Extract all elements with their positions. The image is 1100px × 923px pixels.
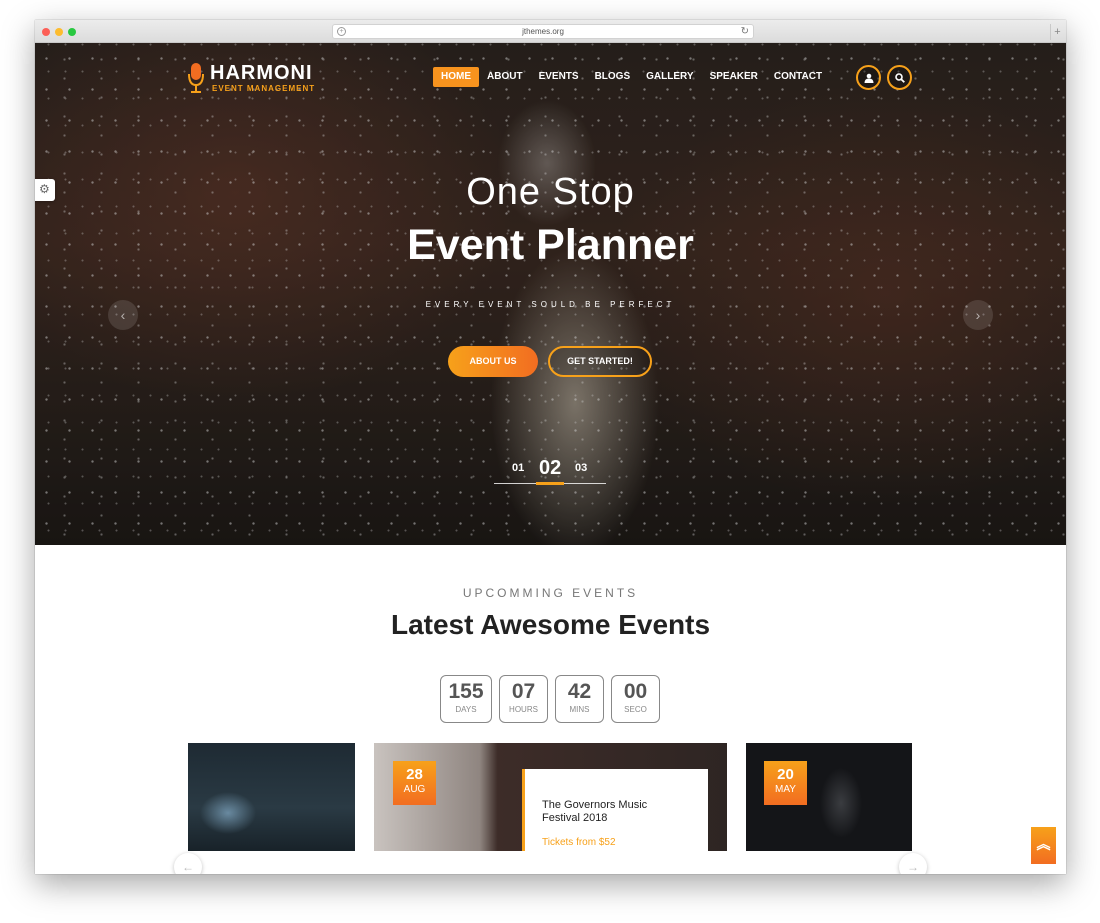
slide-pagination: 01 02 03 <box>494 457 606 485</box>
hero-tagline: EVERY EVENT SOULD BE PERFECT <box>425 300 676 309</box>
address-bar[interactable]: + jthemes.org ↻ <box>332 24 754 39</box>
slide-indicator-3[interactable]: 03 <box>575 462 587 474</box>
events-next-arrow[interactable]: → <box>899 853 927 874</box>
countdown-hours-label: HOURS <box>509 705 538 714</box>
about-us-button[interactable]: ABOUT US <box>448 346 538 377</box>
countdown-hours-value: 07 <box>511 680 536 703</box>
countdown-secs-label: SECO <box>624 705 647 714</box>
slide-indicator-1[interactable]: 01 <box>512 462 524 474</box>
hero-title-line1: One Stop <box>466 171 635 213</box>
event-date-badge: 28 AUG <box>393 761 436 805</box>
countdown-days-label: DAYS <box>455 705 477 714</box>
hero-slider: HARMONI EVENT MANAGEMENT HOME ABOUT EVEN… <box>35 43 1066 545</box>
countdown-days-value: 155 <box>448 680 484 703</box>
nav-speaker[interactable]: SPEAKER <box>702 67 766 87</box>
user-button[interactable] <box>856 65 881 90</box>
countdown-mins-value: 42 <box>567 680 592 703</box>
slide-indicator-2[interactable]: 02 <box>539 457 561 480</box>
event-card-microphone[interactable]: 20 MAY <box>746 743 912 851</box>
countdown-hours: 07 HOURS <box>499 675 548 723</box>
site-logo[interactable]: HARMONI EVENT MANAGEMENT <box>188 60 328 96</box>
countdown-secs-value: 00 <box>623 680 648 703</box>
events-subtitle: UPCOMMING EVENTS <box>462 586 639 600</box>
brand-subtitle: EVENT MANAGEMENT <box>212 84 316 93</box>
search-icon <box>895 73 905 83</box>
reload-icon[interactable]: ↻ <box>741 25 749 38</box>
event-date-month: MAY <box>775 784 796 795</box>
nav-gallery[interactable]: GALLERY <box>638 67 701 87</box>
nav-home[interactable]: HOME <box>433 67 479 87</box>
event-date-day: 28 <box>406 766 423 783</box>
events-title: Latest Awesome Events <box>35 609 1066 641</box>
event-card-concert[interactable] <box>188 743 355 851</box>
minimize-window-button[interactable] <box>55 28 63 36</box>
new-tab-button[interactable]: + <box>1050 24 1064 40</box>
events-title-light: Latest <box>390 609 474 640</box>
event-countdown: 155 DAYS 07 HOURS 42 MINS 00 SECO <box>440 675 660 723</box>
double-chevron-up-icon: ︽ <box>1036 836 1051 852</box>
brand-name: HARMONI <box>210 62 313 84</box>
microphone-icon <box>188 63 204 93</box>
nav-about[interactable]: ABOUT <box>479 67 531 87</box>
event-title[interactable]: The Governors Music Festival 2018 <box>542 799 682 825</box>
nav-blogs[interactable]: BLOGS <box>587 67 639 87</box>
slide-progress-active <box>536 482 564 485</box>
event-date-month: AUG <box>403 784 426 795</box>
nav-contact[interactable]: CONTACT <box>766 67 830 87</box>
countdown-days: 155 DAYS <box>440 675 492 723</box>
get-started-button[interactable]: GET STARTED! <box>548 346 652 377</box>
countdown-secs: 00 SECO <box>611 675 660 723</box>
search-button[interactable] <box>887 65 912 90</box>
event-date-day: 20 <box>777 766 794 783</box>
event-price: Tickets from $52 <box>542 837 616 848</box>
site-info-icon[interactable]: + <box>337 27 346 36</box>
url-text: jthemes.org <box>522 27 564 36</box>
browser-window: + jthemes.org ↻ + HARMONI EVENT MANAGEME… <box>35 20 1066 874</box>
close-window-button[interactable] <box>42 28 50 36</box>
hero-title-line2: Event Planner <box>407 221 694 269</box>
countdown-mins-label: MINS <box>569 705 590 714</box>
main-nav: HOME ABOUT EVENTS BLOGS GALLERY SPEAKER … <box>433 67 830 87</box>
user-icon <box>864 73 874 83</box>
nav-events[interactable]: EVENTS <box>531 67 587 87</box>
scroll-to-top-button[interactable]: ︽ <box>1031 827 1056 864</box>
maximize-window-button[interactable] <box>68 28 76 36</box>
browser-toolbar: + jthemes.org ↻ + <box>35 20 1066 43</box>
events-title-bold: Awesome Events <box>480 609 711 640</box>
event-card-governors[interactable]: 28 AUG The Governors Music Festival 2018… <box>374 743 727 851</box>
events-prev-arrow[interactable]: ← <box>174 853 202 874</box>
countdown-mins: 42 MINS <box>555 675 604 723</box>
event-info-box: The Governors Music Festival 2018 Ticket… <box>522 769 708 851</box>
event-date-badge: 20 MAY <box>764 761 807 805</box>
